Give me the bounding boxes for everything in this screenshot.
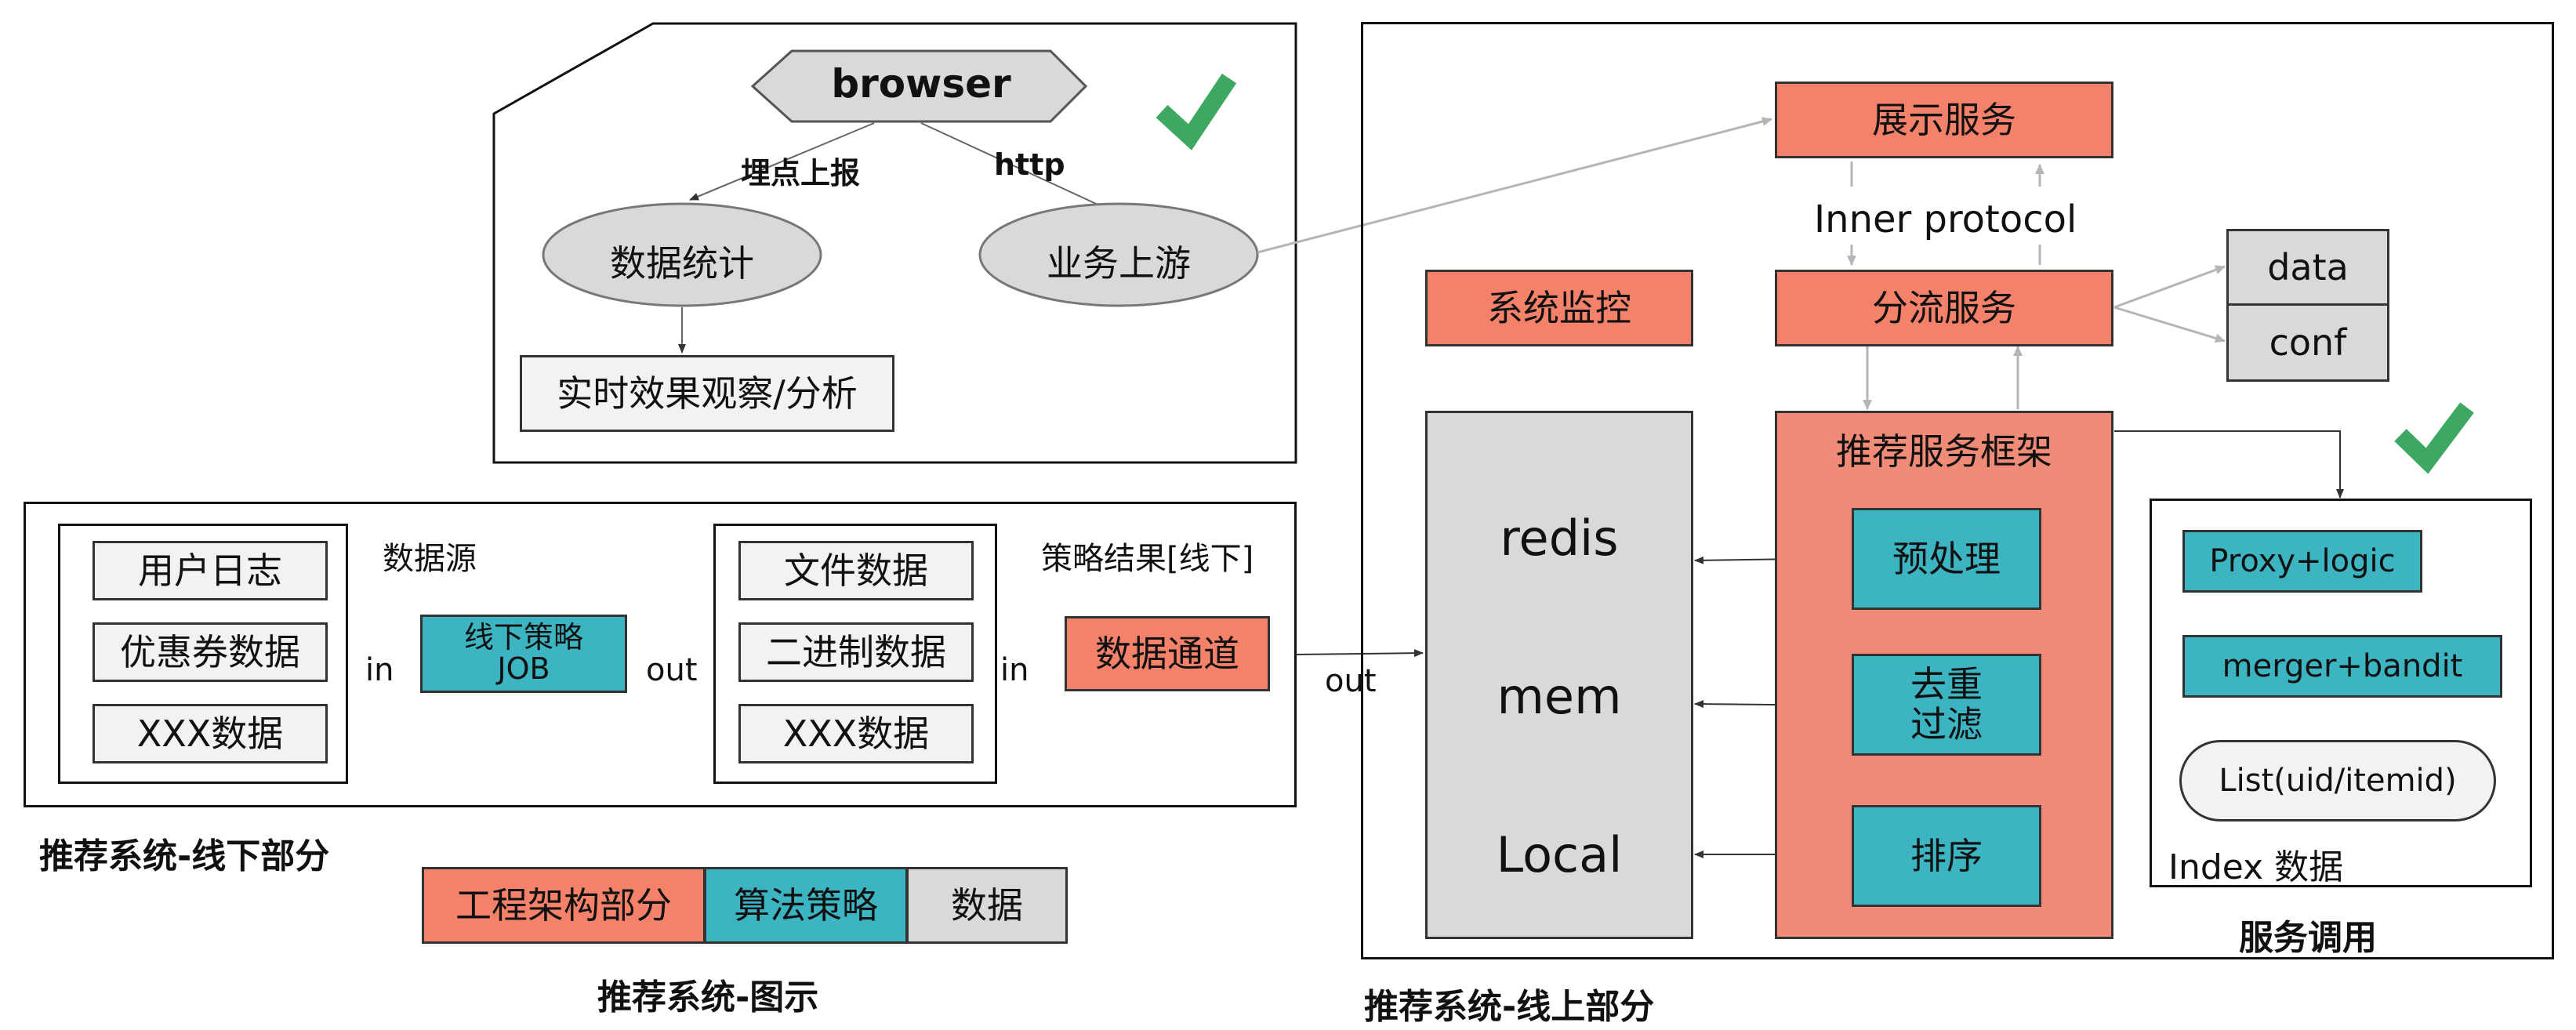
data-channel-box: 数据通道 xyxy=(1065,616,1270,691)
job-line-2: JOB xyxy=(497,651,550,686)
node-upstream-label: 业务上游 xyxy=(1047,242,1191,285)
split-service-box: 分流服务 xyxy=(1775,270,2113,346)
legend-engineering: 工程架构部分 xyxy=(422,867,706,944)
node-stats-label: 数据统计 xyxy=(610,242,754,285)
edge-label-tracking: 埋点上报 xyxy=(741,156,861,190)
storage-redis: redis xyxy=(1500,510,1619,567)
offline-job-box: 线下策略 JOB xyxy=(420,615,627,693)
legend-caption: 推荐系统-图示 xyxy=(597,977,819,1017)
display-service-box: 展示服务 xyxy=(1775,82,2113,158)
sort-box: 排序 xyxy=(1852,805,2041,907)
monitor-box: 系统监控 xyxy=(1425,270,1693,346)
browser-label: browser xyxy=(831,61,1011,107)
sources-title: 数据源 xyxy=(383,541,477,577)
service-call-caption: 服务调用 xyxy=(2239,918,2377,958)
inner-protocol-label: Inner protocol xyxy=(1814,198,2077,241)
source-item: 优惠券数据 xyxy=(93,622,328,682)
index-data-label: Index 数据 xyxy=(2168,847,2344,887)
preprocess-box: 预处理 xyxy=(1852,508,2041,610)
legend-algorithm: 算法策略 xyxy=(704,867,908,944)
out-label: out xyxy=(646,652,698,688)
realtime-analysis-box: 实时效果观察/分析 xyxy=(520,355,894,432)
dedup-filter-box: 去重 过滤 xyxy=(1852,654,2041,756)
source-item: 用户日志 xyxy=(93,541,328,600)
list-box: List(uid/itemid) xyxy=(2179,740,2496,821)
source-item: XXX数据 xyxy=(93,704,328,763)
data-box: data xyxy=(2226,229,2389,306)
results-title: 策略结果[线下] xyxy=(1041,541,1254,577)
online-caption: 推荐系统-线上部分 xyxy=(1364,987,1655,1027)
result-item: XXX数据 xyxy=(738,704,974,763)
proxy-logic-box: Proxy+logic xyxy=(2182,530,2422,593)
storage-mem: mem xyxy=(1497,668,1622,725)
merger-bandit-box: merger+bandit xyxy=(2182,635,2502,698)
dedup-line-2: 过滤 xyxy=(1910,703,1983,745)
job-line-1: 线下策略 xyxy=(463,620,583,655)
framework-title: 推荐服务框架 xyxy=(1836,430,2052,473)
edge-label-http: http xyxy=(994,147,1065,182)
conf-box: conf xyxy=(2226,303,2389,382)
storage-local: Local xyxy=(1496,826,1623,883)
in-label: in xyxy=(365,652,394,688)
result-item: 文件数据 xyxy=(738,541,974,600)
result-item: 二进制数据 xyxy=(738,622,974,682)
legend-data: 数据 xyxy=(906,867,1068,944)
offline-caption: 推荐系统-线下部分 xyxy=(39,836,330,876)
dedup-line-1: 去重 xyxy=(1910,663,1983,706)
in-label: in xyxy=(1000,652,1029,688)
